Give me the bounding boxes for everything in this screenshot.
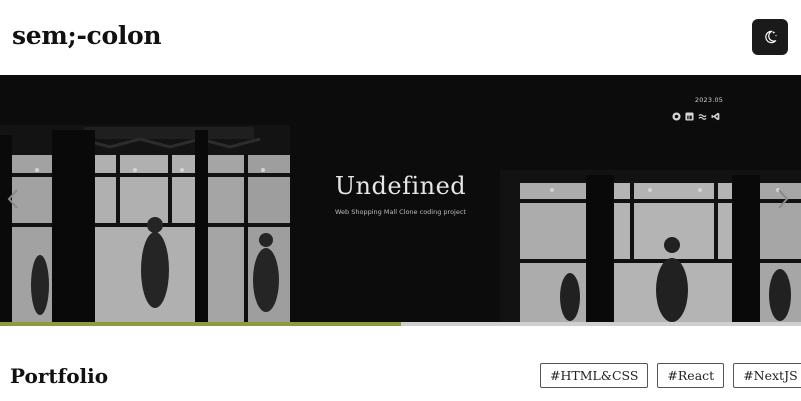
tech-stack-icons	[672, 112, 720, 121]
tag-html-css-button[interactable]: #HTML&CSS	[540, 363, 649, 388]
slide-title[interactable]: Undefined	[300, 172, 501, 200]
tag-react-button[interactable]: #React	[657, 363, 725, 388]
slide-subtitle: Web Shopping Mall Clone coding project	[335, 208, 466, 216]
chevron-left-icon[interactable]	[6, 188, 20, 210]
circle-logo-icon	[672, 112, 681, 121]
portfolio-tag-filters: #HTML&CSS #React #NextJS	[540, 363, 801, 388]
tag-nextjs-button[interactable]: #NextJS	[733, 363, 801, 388]
slide-date: 2023.05	[694, 96, 724, 104]
chevron-right-icon[interactable]	[776, 188, 790, 210]
vscode-logo-icon	[711, 112, 720, 121]
square-logo-icon	[685, 112, 694, 121]
carousel-progress-fill	[0, 322, 401, 326]
portfolio-heading: Portfolio	[10, 364, 109, 388]
site-header: sem;-colon	[0, 0, 801, 75]
site-logo[interactable]: sem;-colon	[12, 21, 162, 50]
project-carousel[interactable]: 2023.05 Undefined Web Shopping Mall Clon…	[0, 75, 801, 322]
moon-stars-icon	[765, 30, 777, 44]
carousel-progress-bar	[0, 322, 801, 326]
wave-logo-icon	[698, 114, 707, 120]
theme-toggle-button[interactable]	[752, 19, 788, 55]
